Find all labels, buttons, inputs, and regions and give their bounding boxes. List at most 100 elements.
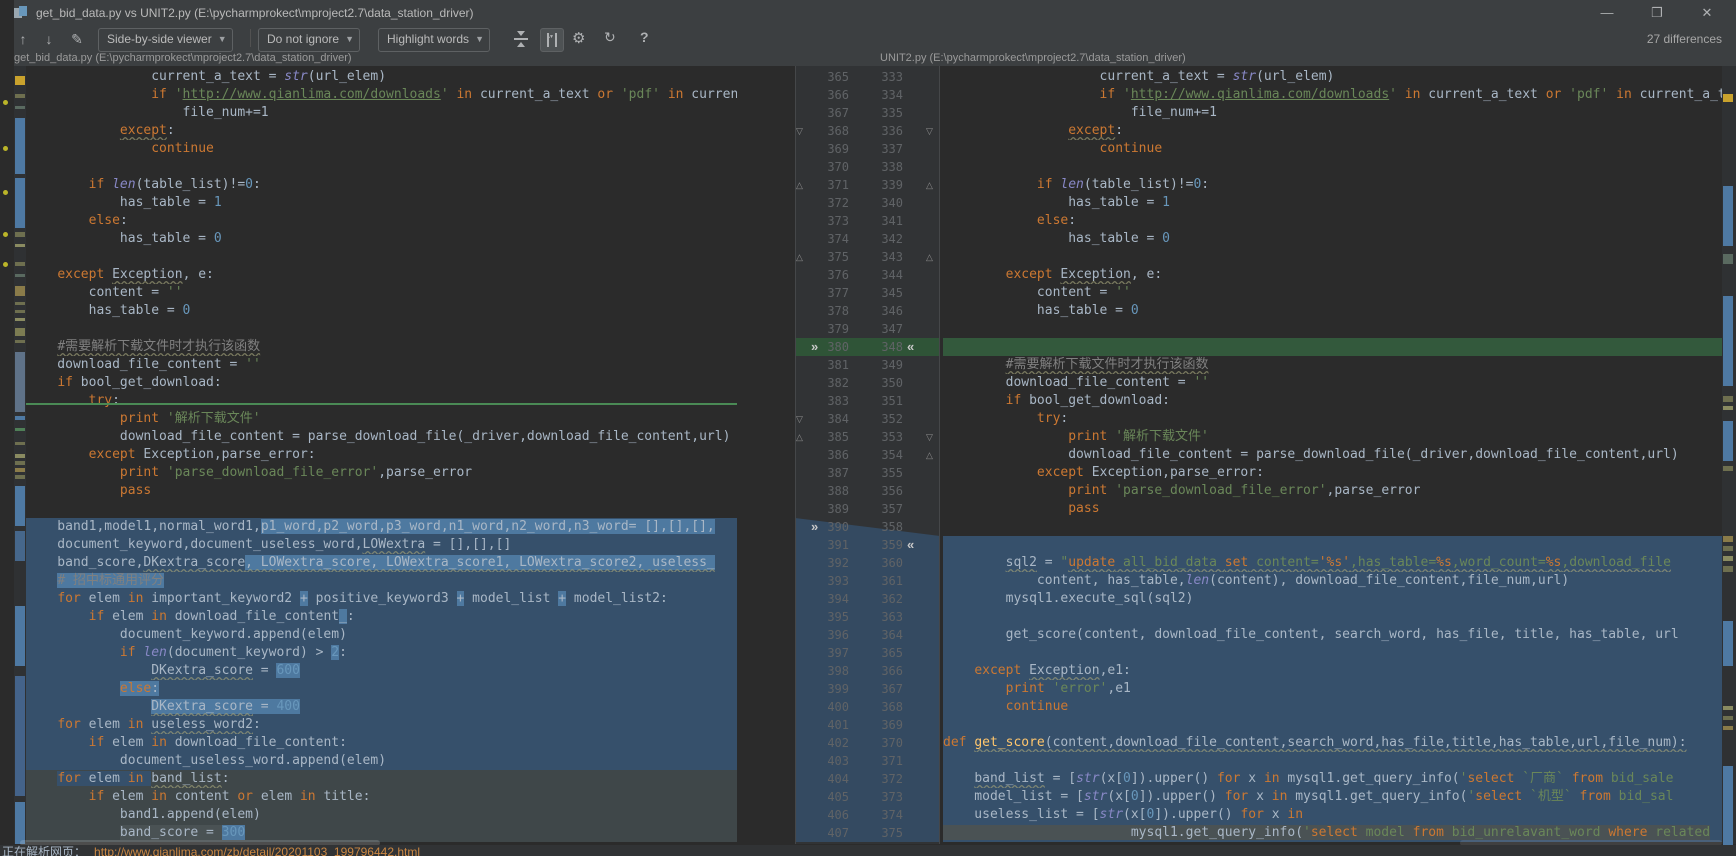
stripe-mark[interactable]: [15, 352, 25, 412]
code-line[interactable]: else:: [26, 680, 737, 698]
code-line[interactable]: print '解析下载文件': [26, 410, 737, 428]
stripe-mark[interactable]: [15, 461, 25, 465]
line-number[interactable]: 342: [859, 230, 903, 248]
code-line[interactable]: else:: [943, 212, 1722, 230]
stripe-mark[interactable]: [15, 802, 25, 844]
current-diff-chevron-left[interactable]: »: [811, 518, 818, 536]
previous-difference-button[interactable]: ↑: [12, 29, 34, 49]
line-number[interactable]: 375: [859, 824, 903, 842]
code-line[interactable]: sql2 = "update all_bid_data set content=…: [943, 554, 1722, 572]
code-line[interactable]: document_useless_word.append(elem): [26, 752, 737, 770]
line-number[interactable]: 373: [859, 788, 903, 806]
line-number[interactable]: 347: [859, 320, 903, 338]
line-number[interactable]: 333: [859, 68, 903, 86]
fold-marker-icon[interactable]: △: [926, 446, 933, 464]
code-line[interactable]: for elem in important_keyword2 + positiv…: [26, 590, 737, 608]
stripe-mark[interactable]: [1723, 466, 1733, 471]
code-line[interactable]: [26, 320, 737, 338]
code-line[interactable]: except Exception,parse_error:: [943, 464, 1722, 482]
line-number[interactable]: 344: [859, 266, 903, 284]
code-line[interactable]: has_table = 1: [943, 194, 1722, 212]
refresh-icon[interactable]: ↻: [604, 29, 616, 46]
code-line[interactable]: print 'error',e1: [943, 680, 1722, 698]
stripe-mark[interactable]: [1723, 421, 1733, 461]
collapse-unchanged-button[interactable]: [514, 31, 528, 47]
code-line[interactable]: pass: [943, 500, 1722, 518]
right-editor[interactable]: current_a_text = str(url_elem) if 'http:…: [943, 66, 1722, 844]
line-number[interactable]: 381: [805, 356, 849, 374]
line-number[interactable]: 365: [805, 68, 849, 86]
line-number[interactable]: 401: [805, 716, 849, 734]
stripe-mark[interactable]: [15, 94, 25, 98]
code-line[interactable]: if len(table_list)!=0:: [26, 176, 737, 194]
code-line[interactable]: try:: [943, 410, 1722, 428]
stripe-mark[interactable]: [15, 302, 25, 305]
code-line[interactable]: file_num+=1: [26, 104, 737, 122]
code-line[interactable]: has_table = 0: [26, 302, 737, 320]
line-number[interactable]: 368: [805, 122, 849, 140]
viewer-mode-select[interactable]: Side-by-side viewer▼: [98, 28, 233, 52]
code-line[interactable]: band_list = [str(x[0]).upper() for x in …: [943, 770, 1722, 788]
line-number[interactable]: 370: [859, 734, 903, 752]
code-line[interactable]: file_num+=1: [943, 104, 1722, 122]
line-number[interactable]: 335: [859, 104, 903, 122]
right-error-stripe[interactable]: [1722, 66, 1736, 844]
line-number[interactable]: 358: [859, 518, 903, 536]
code-line[interactable]: [26, 158, 737, 176]
line-number[interactable]: 393: [805, 572, 849, 590]
code-line[interactable]: except Exception,e1:: [943, 662, 1722, 680]
line-number[interactable]: 368: [859, 698, 903, 716]
stripe-mark[interactable]: [15, 318, 25, 321]
code-line[interactable]: band_score,DKextra_score, LOWextra_score…: [26, 554, 737, 572]
line-number[interactable]: 406: [805, 806, 849, 824]
code-line[interactable]: #需要解析下载文件时才执行该函数: [943, 356, 1722, 374]
line-number[interactable]: 350: [859, 374, 903, 392]
stripe-mark[interactable]: [15, 232, 25, 237]
code-line[interactable]: [943, 248, 1722, 266]
stripe-mark[interactable]: [1723, 254, 1733, 264]
line-number[interactable]: 364: [859, 626, 903, 644]
code-line[interactable]: download_file_content = parse_download_f…: [26, 428, 737, 446]
line-number[interactable]: 362: [859, 590, 903, 608]
code-line[interactable]: [943, 536, 1722, 554]
stripe-mark[interactable]: [1723, 546, 1733, 551]
close-button[interactable]: ✕: [1690, 3, 1724, 23]
stripe-mark[interactable]: [15, 310, 25, 313]
line-number[interactable]: 351: [859, 392, 903, 410]
line-number[interactable]: 367: [805, 104, 849, 122]
code-line[interactable]: model_list = [str(x[0]).upper() for x in…: [943, 788, 1722, 806]
line-number[interactable]: 355: [859, 464, 903, 482]
code-line[interactable]: if len(table_list)!=0:: [943, 176, 1722, 194]
stripe-mark[interactable]: [15, 442, 25, 445]
line-number[interactable]: 397: [805, 644, 849, 662]
code-line[interactable]: else:: [26, 212, 737, 230]
edit-icon[interactable]: ✎: [66, 29, 88, 49]
line-number[interactable]: 396: [805, 626, 849, 644]
stripe-mark[interactable]: [15, 340, 25, 343]
highlight-mode-select[interactable]: Highlight words▼: [378, 28, 490, 52]
code-line[interactable]: [943, 158, 1722, 176]
fold-marker-icon[interactable]: △: [796, 176, 803, 194]
line-number[interactable]: 363: [859, 608, 903, 626]
code-line[interactable]: [943, 338, 1722, 356]
code-line[interactable]: [943, 716, 1722, 734]
line-number[interactable]: 387: [805, 464, 849, 482]
stripe-mark[interactable]: [1723, 621, 1733, 666]
code-line[interactable]: useless_list = [str(x[0]).upper() for x …: [943, 806, 1722, 824]
line-number[interactable]: 399: [805, 680, 849, 698]
code-line[interactable]: if 'http://www.qianlima.com/downloads' i…: [943, 86, 1722, 104]
stripe-mark[interactable]: [1723, 406, 1733, 410]
line-number[interactable]: 377: [805, 284, 849, 302]
stripe-mark[interactable]: [15, 118, 25, 174]
stripe-mark[interactable]: [15, 262, 25, 266]
code-line[interactable]: DKextra_score = 600: [26, 662, 737, 680]
code-line[interactable]: except Exception, e:: [26, 266, 737, 284]
line-number[interactable]: 373: [805, 212, 849, 230]
line-number[interactable]: 341: [859, 212, 903, 230]
code-line[interactable]: [943, 752, 1722, 770]
settings-gear-icon[interactable]: ⚙: [572, 29, 585, 47]
line-number[interactable]: 388: [805, 482, 849, 500]
line-number[interactable]: 369: [805, 140, 849, 158]
code-line[interactable]: if elem in content or elem in title:: [26, 788, 737, 806]
line-number[interactable]: 337: [859, 140, 903, 158]
